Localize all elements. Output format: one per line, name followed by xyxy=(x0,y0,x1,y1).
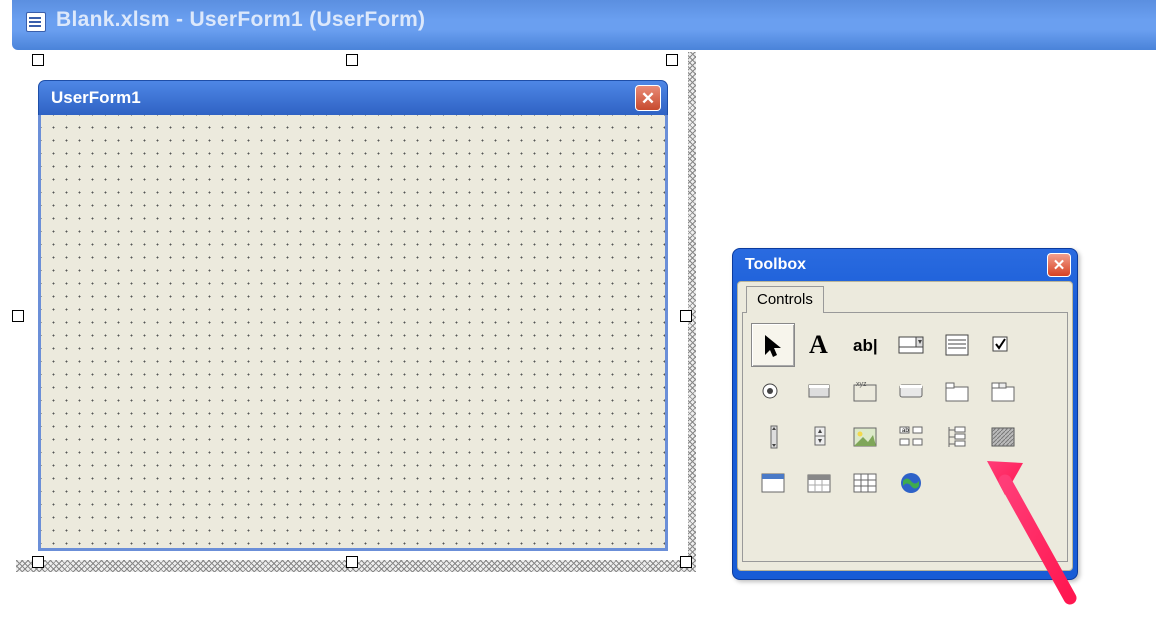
tool-grid[interactable] xyxy=(843,461,887,505)
ole-icon xyxy=(989,423,1017,451)
globe-icon xyxy=(897,469,925,497)
tool-grid xyxy=(751,323,1059,507)
resize-handle-e[interactable] xyxy=(680,310,692,322)
tabstrip-icon xyxy=(943,377,971,405)
tool-treeview[interactable] xyxy=(935,415,979,459)
toolbox-window[interactable]: Toolbox ✕ Controls xyxy=(732,248,1078,580)
tab-controls-label: Controls xyxy=(757,291,813,308)
tool-globe[interactable] xyxy=(889,461,933,505)
userform-window[interactable]: UserForm1 ✕ xyxy=(38,80,668,555)
tab-controls[interactable]: Controls xyxy=(746,286,824,313)
textbox-icon xyxy=(851,331,879,359)
close-icon: ✕ xyxy=(1053,258,1066,273)
combobox-icon xyxy=(897,331,925,359)
tool-label[interactable] xyxy=(797,323,841,367)
close-icon: ✕ xyxy=(641,90,655,107)
listbox-icon xyxy=(943,331,971,359)
tool-ole[interactable] xyxy=(981,415,1025,459)
spin-icon xyxy=(805,423,833,451)
tool-checkbox[interactable] xyxy=(981,323,1025,367)
multipage-icon xyxy=(989,377,1017,405)
tool-image[interactable] xyxy=(843,415,887,459)
userform-body-grid[interactable] xyxy=(38,115,668,551)
tool-webbrowser[interactable] xyxy=(751,461,795,505)
resize-handle-s[interactable] xyxy=(346,556,358,568)
refedit-icon xyxy=(897,423,925,451)
resize-handle-ne[interactable] xyxy=(666,54,678,66)
tool-pointer[interactable] xyxy=(751,323,795,367)
tool-toggle[interactable] xyxy=(797,369,841,413)
frame-icon xyxy=(851,377,879,405)
tool-combobox[interactable] xyxy=(889,323,933,367)
tool-spin[interactable] xyxy=(797,415,841,459)
tool-frame[interactable] xyxy=(843,369,887,413)
scrollbar-icon xyxy=(759,423,787,451)
tool-refedit[interactable] xyxy=(889,415,933,459)
resize-handle-sw[interactable] xyxy=(32,556,44,568)
mdi-child-titlebar: Blank.xlsm - UserForm1 (UserForm) xyxy=(12,0,1156,50)
form-icon xyxy=(26,12,46,32)
toolbox-body: Controls xyxy=(737,281,1073,571)
tool-scrollbar[interactable] xyxy=(751,415,795,459)
webbrowser-icon xyxy=(759,469,787,497)
resize-handle-se[interactable] xyxy=(680,556,692,568)
tool-listbox[interactable] xyxy=(935,323,979,367)
tool-textbox[interactable] xyxy=(843,323,887,367)
tool-multipage[interactable] xyxy=(981,369,1025,413)
date-icon xyxy=(805,469,833,497)
tool-date[interactable] xyxy=(797,461,841,505)
option-icon xyxy=(759,377,787,405)
toolbox-close-button[interactable]: ✕ xyxy=(1047,253,1071,277)
tool-option[interactable] xyxy=(751,369,795,413)
userform-title: UserForm1 xyxy=(51,88,141,108)
toolbox-title: Toolbox xyxy=(745,256,806,274)
resize-handle-n[interactable] xyxy=(346,54,358,66)
pointer-icon xyxy=(759,331,787,359)
toolbox-titlebar[interactable]: Toolbox ✕ xyxy=(733,249,1077,281)
tool-command[interactable] xyxy=(889,369,933,413)
label-icon xyxy=(805,331,833,359)
treeview-icon xyxy=(943,423,971,451)
image-icon xyxy=(851,423,879,451)
userform-titlebar[interactable]: UserForm1 ✕ xyxy=(38,80,668,115)
resize-handle-w[interactable] xyxy=(12,310,24,322)
grid-icon xyxy=(851,469,879,497)
close-button[interactable]: ✕ xyxy=(635,85,661,111)
tool-tabstrip[interactable] xyxy=(935,369,979,413)
resize-handle-nw[interactable] xyxy=(32,54,44,66)
controls-tab-page xyxy=(742,312,1068,562)
checkbox-icon xyxy=(989,331,1017,359)
mdi-title: Blank.xlsm - UserForm1 (UserForm) xyxy=(56,8,425,32)
toggle-icon xyxy=(805,377,833,405)
command-icon xyxy=(897,377,925,405)
